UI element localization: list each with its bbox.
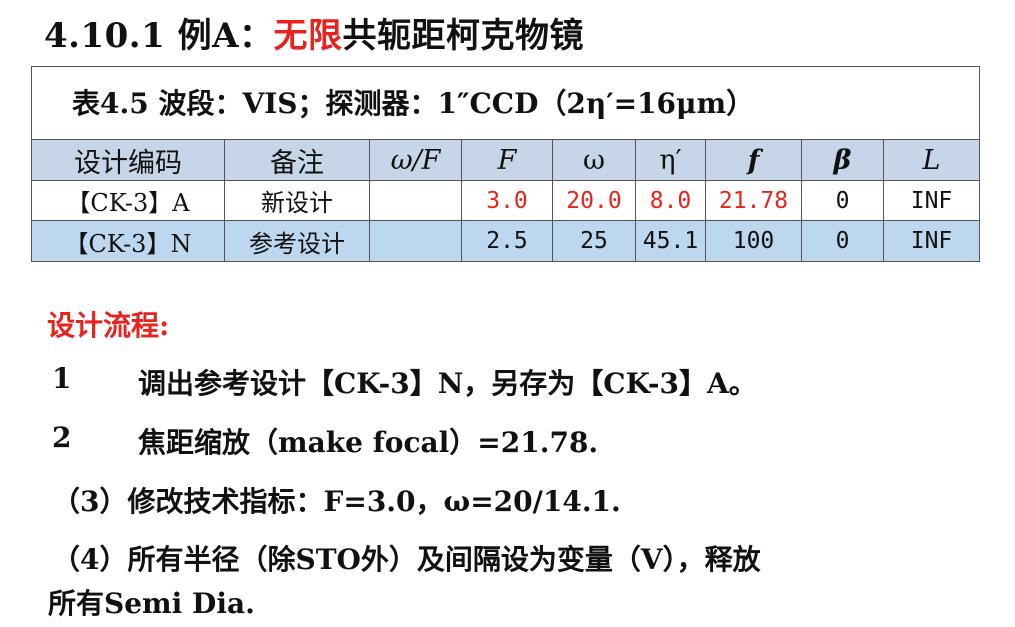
step-text: 焦距缩放（make focal）=21.78.: [138, 426, 599, 459]
table-header-row: 设计编码 备注 ω/F F ω η′ f β L: [32, 140, 979, 181]
cell-note: 参考设计: [225, 221, 370, 261]
cell-omega-f: [370, 181, 462, 220]
cell-note: 新设计: [225, 181, 370, 220]
spec-table: 表4.5 波段：VIS；探测器：1″CCD（2η′=16μm） 设计编码 备注 …: [31, 66, 980, 262]
cell-eta: 8.0: [636, 181, 706, 220]
table-grid: 设计编码 备注 ω/F F ω η′ f β L 【CK-3】A 新设计 3.0…: [32, 140, 979, 261]
step-text: （4）所有半径（除STO外）及间隔设为变量（V），释放: [52, 543, 761, 576]
title-prefix: 4.10.1 例A：: [44, 16, 274, 56]
header-omega: ω: [553, 140, 636, 180]
cell-omega: 20.0: [553, 181, 636, 220]
header-L: L: [922, 144, 941, 176]
table-row: 【CK-3】N 参考设计 2.5 25 45.1 100 0 INF: [32, 221, 979, 261]
step-4: （4）所有半径（除STO外）及间隔设为变量（V），释放: [52, 538, 761, 578]
table-caption: 表4.5 波段：VIS；探测器：1″CCD（2η′=16μm）: [32, 67, 979, 140]
cell-code: 【CK-3】A: [32, 181, 225, 220]
table-row: 【CK-3】A 新设计 3.0 20.0 8.0 21.78 0 INF: [32, 181, 979, 221]
step-text: （3）修改技术指标：F=3.0，ω=20/14.1.: [52, 485, 621, 518]
cell-omega: 25: [553, 221, 636, 261]
section-title: 设计流程:: [47, 309, 170, 342]
cell-L: INF: [910, 187, 953, 214]
header-F: F: [462, 140, 553, 180]
header-eta: η′: [636, 140, 706, 180]
cell-beta: 0: [802, 221, 884, 261]
header-f: f: [706, 140, 802, 180]
cell-L: INF: [910, 228, 953, 254]
step-text: 调出参考设计【CK-3】N，另存为【CK-3】A。: [138, 367, 757, 400]
step-text: 所有Semi Dia.: [48, 587, 255, 620]
cell-eta: 45.1: [636, 221, 706, 261]
title-suffix: 共轭距柯克物镜: [342, 16, 585, 56]
cell-omega-f: [370, 221, 462, 261]
step-number: 2: [52, 421, 72, 454]
header-code: 设计编码: [32, 140, 225, 180]
cell-f: 21.78: [706, 181, 802, 220]
header-note: 备注: [225, 140, 370, 180]
cell-beta: 0: [802, 181, 884, 220]
cell-code: 【CK-3】N: [32, 221, 225, 261]
header-omega-f: ω/F: [370, 140, 462, 180]
cell-F: 2.5: [462, 221, 553, 261]
cell-f: 100: [706, 221, 802, 261]
cell-F: 3.0: [462, 181, 553, 220]
title-highlight: 无限: [273, 16, 343, 56]
step-3: （3）修改技术指标：F=3.0，ω=20/14.1.: [52, 480, 621, 520]
step-number: 1: [52, 362, 72, 395]
step-4-continued: 所有Semi Dia.: [48, 582, 255, 622]
page-title: 4.10.1 例A：无限共轭距柯克物镜: [44, 8, 584, 57]
header-beta: β: [802, 140, 884, 180]
